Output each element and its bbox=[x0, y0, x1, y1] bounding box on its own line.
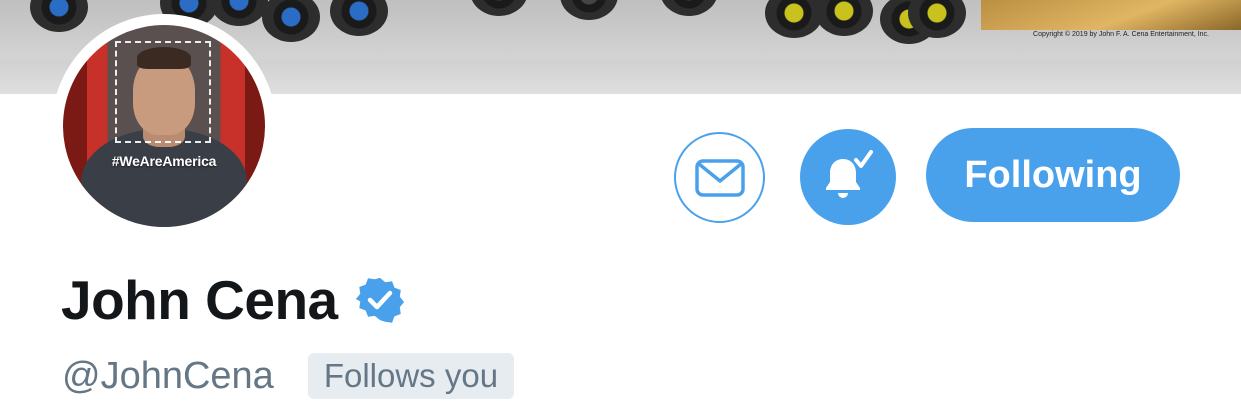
truck-wheel bbox=[815, 0, 873, 36]
avatar[interactable]: #WeAreAmerica bbox=[63, 25, 265, 227]
truck-wheel bbox=[262, 0, 320, 42]
avatar-dashed-frame bbox=[115, 41, 211, 143]
handle-row: @JohnCena Follows you bbox=[62, 350, 515, 402]
avatar-hashtag: #WeAreAmerica bbox=[111, 153, 217, 169]
banner-copyright: Copyright © 2019 by John F. A. Cena Ente… bbox=[1033, 31, 1209, 38]
envelope-icon bbox=[694, 158, 745, 197]
user-handle: @JohnCena bbox=[62, 354, 274, 397]
truck-wheel bbox=[470, 0, 528, 16]
verified-badge-icon bbox=[355, 277, 404, 323]
bell-check-icon bbox=[826, 150, 873, 198]
banner-box-art bbox=[981, 0, 1241, 30]
truck-wheel bbox=[560, 0, 618, 20]
display-name: John Cena bbox=[61, 269, 338, 331]
truck-wheel bbox=[660, 0, 718, 16]
name-row: John Cena bbox=[61, 268, 404, 332]
truck-wheel bbox=[765, 0, 823, 38]
message-button[interactable] bbox=[674, 132, 765, 223]
following-button[interactable]: Following bbox=[926, 128, 1180, 222]
notifications-button[interactable] bbox=[800, 129, 896, 225]
truck-wheel bbox=[30, 0, 88, 32]
follows-you-badge: Follows you bbox=[307, 353, 515, 399]
truck-wheel bbox=[210, 0, 268, 26]
truck-wheel bbox=[330, 0, 388, 36]
